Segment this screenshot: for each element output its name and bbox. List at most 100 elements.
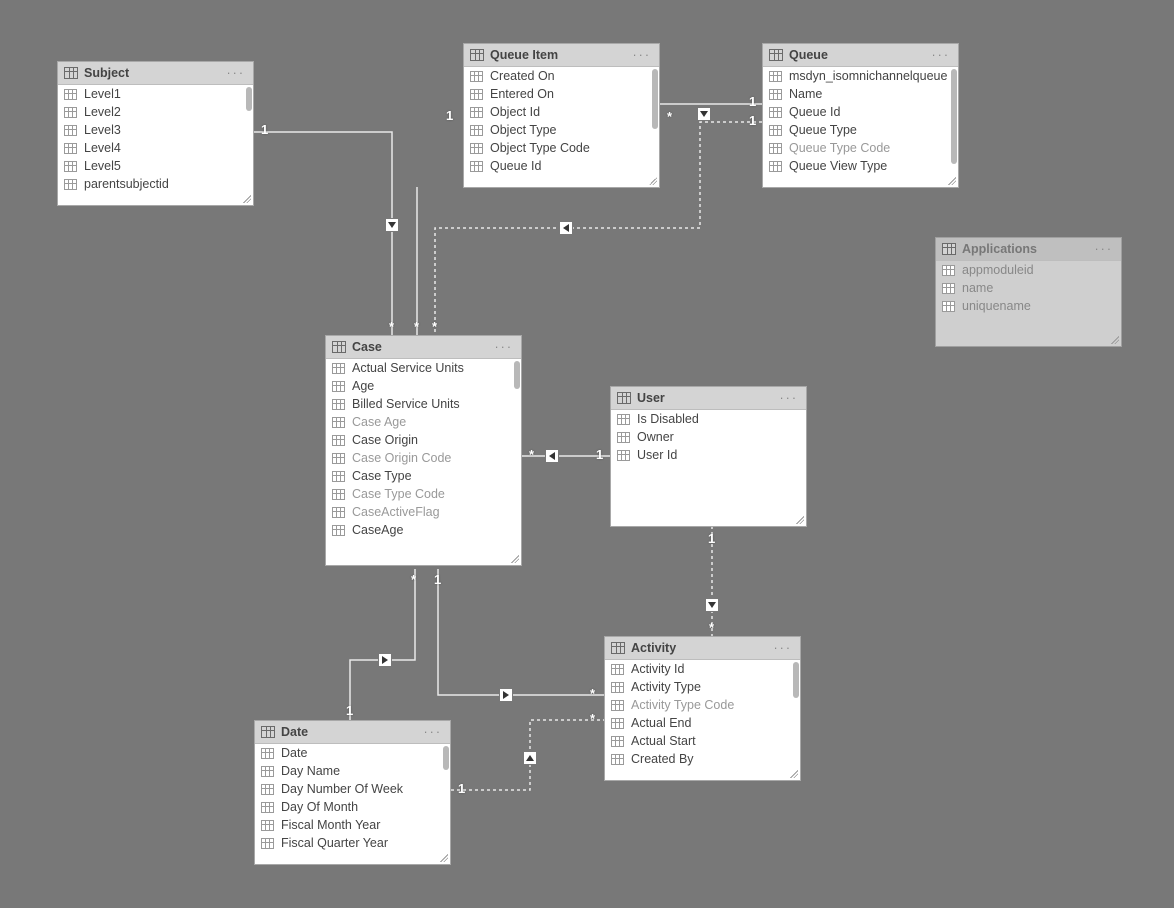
scrollbar-thumb[interactable] [443, 746, 449, 770]
field-label: Age [352, 379, 374, 393]
field-row[interactable]: Actual Start [605, 732, 800, 750]
resize-grip-icon[interactable] [1111, 336, 1119, 344]
field-row[interactable]: Fiscal Month Year [255, 816, 450, 834]
field-row[interactable]: Activity Id [605, 660, 800, 678]
field-row[interactable]: Case Origin Code [326, 449, 521, 467]
field-row[interactable]: Entered On [464, 85, 659, 103]
field-label: Case Origin [352, 433, 418, 447]
entity-header[interactable]: Date ··· [255, 721, 450, 744]
resize-grip-icon[interactable] [790, 770, 798, 778]
resize-grip-icon[interactable] [243, 195, 251, 203]
field-row[interactable]: Case Age [326, 413, 521, 431]
entity-menu-icon[interactable]: ··· [227, 66, 248, 80]
entity-menu-icon[interactable]: ··· [774, 641, 795, 655]
field-row[interactable]: Day Of Month [255, 798, 450, 816]
column-icon [64, 160, 78, 172]
field-label: Activity Id [631, 662, 685, 676]
scrollbar-thumb[interactable] [514, 361, 520, 389]
entity-applications[interactable]: Applications ··· appmoduleid name unique… [935, 237, 1122, 347]
field-row[interactable]: Created On [464, 67, 659, 85]
field-row[interactable]: Name [763, 85, 958, 103]
field-row[interactable]: Is Disabled [611, 410, 806, 428]
field-row[interactable]: Actual End [605, 714, 800, 732]
field-row[interactable]: User Id [611, 446, 806, 464]
field-row[interactable]: name [936, 279, 1121, 297]
field-row[interactable]: Activity Type [605, 678, 800, 696]
resize-grip-icon[interactable] [948, 177, 956, 185]
entity-header[interactable]: Applications ··· [936, 238, 1121, 261]
field-row[interactable]: uniquename [936, 297, 1121, 315]
scrollbar-thumb[interactable] [951, 69, 957, 164]
entity-header[interactable]: User ··· [611, 387, 806, 410]
field-row[interactable]: Case Type [326, 467, 521, 485]
scrollbar-thumb[interactable] [246, 87, 252, 111]
entity-menu-icon[interactable]: ··· [424, 725, 445, 739]
field-label: Entered On [490, 87, 554, 101]
field-row[interactable]: Queue Id [763, 103, 958, 121]
entity-header[interactable]: Queue ··· [763, 44, 958, 67]
field-row[interactable]: Date [255, 744, 450, 762]
entity-header[interactable]: Activity ··· [605, 637, 800, 660]
field-row[interactable]: Fiscal Quarter Year [255, 834, 450, 852]
resize-grip-icon[interactable] [511, 555, 519, 563]
field-row[interactable]: Case Origin [326, 431, 521, 449]
entity-header[interactable]: Case ··· [326, 336, 521, 359]
cardinality-label: * [590, 686, 595, 701]
field-row[interactable]: Actual Service Units [326, 359, 521, 377]
field-row[interactable]: Activity Type Code [605, 696, 800, 714]
field-row[interactable]: Level3 [58, 121, 253, 139]
entity-menu-icon[interactable]: ··· [932, 48, 953, 62]
entity-menu-icon[interactable]: ··· [1095, 242, 1116, 256]
resize-grip-icon[interactable] [440, 854, 448, 862]
field-row[interactable]: msdyn_isomnichannelqueue [763, 67, 958, 85]
field-label: Billed Service Units [352, 397, 460, 411]
scrollbar-thumb[interactable] [652, 69, 658, 129]
entity-header[interactable]: Subject ··· [58, 62, 253, 85]
field-row[interactable]: Queue View Type [763, 157, 958, 175]
field-row[interactable]: CaseActiveFlag [326, 503, 521, 521]
entity-title: Queue [789, 48, 932, 62]
cardinality-label: 1 [708, 531, 715, 546]
field-row[interactable]: Object Type [464, 121, 659, 139]
field-row[interactable]: appmoduleid [936, 261, 1121, 279]
entity-queue-item[interactable]: Queue Item ··· Created On Entered On Obj… [463, 43, 660, 188]
field-row[interactable]: Day Name [255, 762, 450, 780]
field-row[interactable]: Queue Id [464, 157, 659, 175]
entity-menu-icon[interactable]: ··· [780, 391, 801, 405]
entity-subject[interactable]: Subject ··· Level1 Level2 Level3 Level4 … [57, 61, 254, 206]
scrollbar-thumb[interactable] [793, 662, 799, 698]
entity-header[interactable]: Queue Item ··· [464, 44, 659, 67]
field-row[interactable]: Day Number Of Week [255, 780, 450, 798]
entity-case[interactable]: Case ··· Actual Service Units Age Billed… [325, 335, 522, 566]
entity-user[interactable]: User ··· Is Disabled Owner User Id [610, 386, 807, 527]
field-label: Fiscal Quarter Year [281, 836, 388, 850]
field-row[interactable]: Object Type Code [464, 139, 659, 157]
column-icon [64, 178, 78, 190]
field-row[interactable]: Billed Service Units [326, 395, 521, 413]
field-row[interactable]: Owner [611, 428, 806, 446]
field-label: Object Type Code [490, 141, 590, 155]
field-row[interactable]: Level2 [58, 103, 253, 121]
field-row[interactable]: Level5 [58, 157, 253, 175]
field-row[interactable]: parentsubjectid [58, 175, 253, 193]
resize-grip-icon[interactable] [649, 177, 657, 185]
field-row[interactable]: Queue Type [763, 121, 958, 139]
field-row[interactable]: Level1 [58, 85, 253, 103]
field-row[interactable]: CaseAge [326, 521, 521, 539]
field-row[interactable]: Level4 [58, 139, 253, 157]
entity-menu-icon[interactable]: ··· [495, 340, 516, 354]
field-row[interactable]: Created By [605, 750, 800, 768]
field-label: Level5 [84, 159, 121, 173]
entity-date[interactable]: Date ··· Date Day Name Day Number Of Wee… [254, 720, 451, 865]
cardinality-label: 1 [749, 94, 756, 109]
field-row[interactable]: Age [326, 377, 521, 395]
field-row[interactable]: Case Type Code [326, 485, 521, 503]
field-row[interactable]: Object Id [464, 103, 659, 121]
entity-activity[interactable]: Activity ··· Activity Id Activity Type A… [604, 636, 801, 781]
entity-queue[interactable]: Queue ··· msdyn_isomnichannelqueue Name … [762, 43, 959, 188]
entity-menu-icon[interactable]: ··· [633, 48, 654, 62]
field-label: Object Id [490, 105, 540, 119]
relationship-direction-icon [697, 107, 711, 121]
resize-grip-icon[interactable] [796, 516, 804, 524]
field-row[interactable]: Queue Type Code [763, 139, 958, 157]
